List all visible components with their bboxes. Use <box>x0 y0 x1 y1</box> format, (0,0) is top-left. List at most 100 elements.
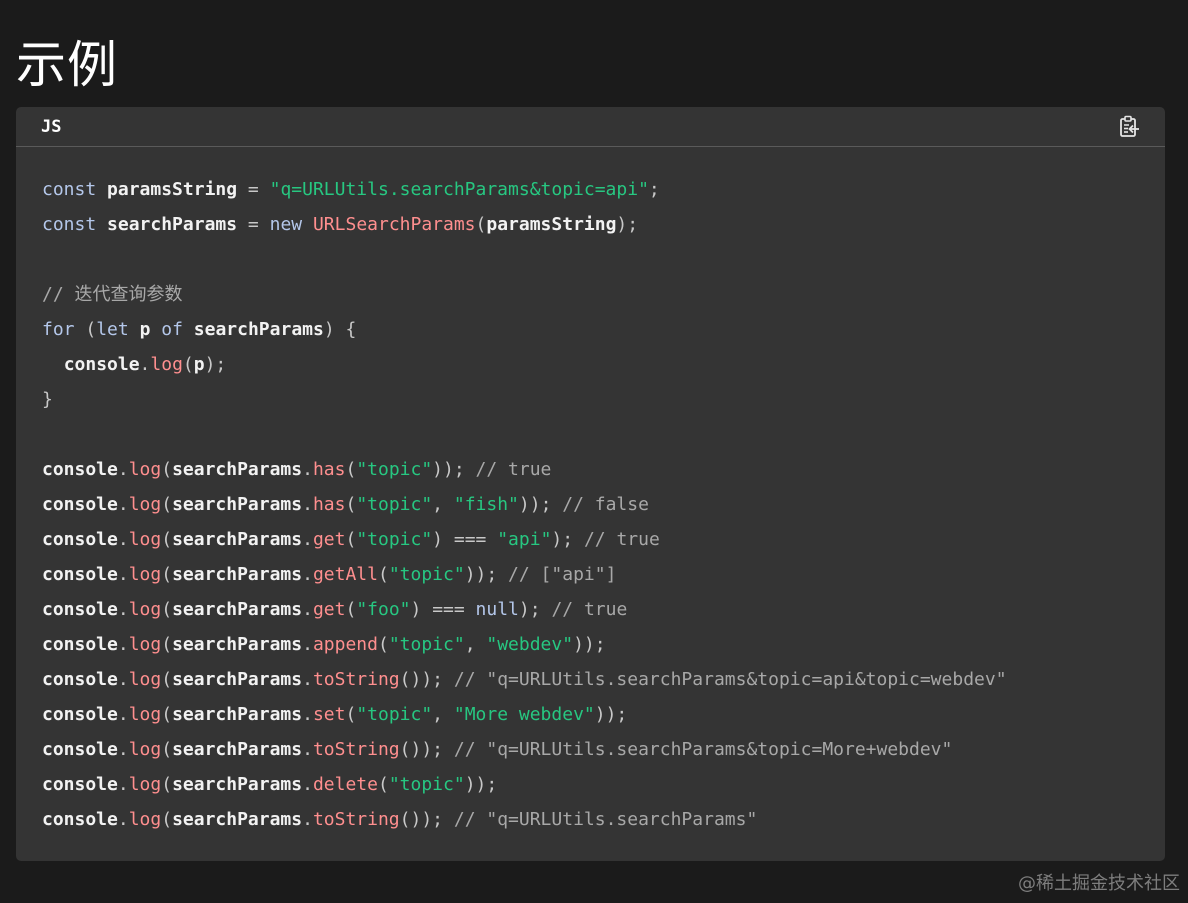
code-punctuation: . <box>302 634 313 655</box>
code-comment: // true <box>583 529 660 550</box>
code-identifier: searchParams <box>107 214 238 235</box>
code-line: console.log(searchParams.delete("topic")… <box>42 767 1152 802</box>
page-title: 示例 <box>16 36 118 94</box>
code-keyword: const <box>42 179 97 200</box>
code-punctuation: . <box>302 669 313 690</box>
code-function: log <box>150 354 183 375</box>
code-punctuation: ()); <box>399 669 444 690</box>
code-punctuation: )); <box>518 494 552 515</box>
code-identifier: searchParams <box>172 809 303 830</box>
code-punctuation: . <box>302 704 313 725</box>
code-keyword: let <box>96 319 129 340</box>
code-function: log <box>128 774 162 795</box>
code-line: console.log(searchParams.has("topic", "f… <box>42 487 1152 522</box>
code-punctuation: . <box>117 599 129 620</box>
code-string: "topic" <box>356 704 433 725</box>
code-punctuation: ( <box>161 599 173 620</box>
code-line: console.log(searchParams.toString()); //… <box>42 662 1152 697</box>
code-punctuation: ( <box>161 809 173 830</box>
code-punctuation: )); <box>573 634 606 655</box>
code-punctuation: . <box>117 634 129 655</box>
code-line: console.log(p); <box>42 347 1152 382</box>
code-punctuation: ); <box>204 354 227 375</box>
code-punctuation: ( <box>345 529 357 550</box>
code-punctuation: ( <box>377 564 389 585</box>
code-identifier: console <box>42 809 118 830</box>
code-line: console.log(searchParams.getAll("topic")… <box>42 557 1152 592</box>
code-identifier: console <box>42 774 118 795</box>
code-punctuation: ; <box>648 179 660 200</box>
code-function: toString <box>312 739 400 760</box>
code-identifier: console <box>42 494 118 515</box>
code-function: log <box>128 494 162 515</box>
code-identifier: console <box>42 739 118 760</box>
code-punctuation: ( <box>161 564 173 585</box>
code-line: // 迭代查询参数 <box>42 277 1152 312</box>
code-punctuation: . <box>117 739 129 760</box>
code-string: "q=URLUtils.searchParams&topic=api" <box>269 179 649 200</box>
code-block-header: JS <box>16 107 1165 147</box>
code-punctuation: , <box>432 704 444 725</box>
code-line: const searchParams = new URLSearchParams… <box>42 207 1152 242</box>
code-punctuation: . <box>302 564 313 585</box>
code-punctuation: ) <box>432 529 444 550</box>
code-punctuation: . <box>302 494 313 515</box>
code-punctuation: ()); <box>399 739 444 760</box>
copy-code-button[interactable] <box>1115 113 1143 141</box>
watermark: @稀土掘金技术社区 <box>1018 873 1180 894</box>
code-function: append <box>312 634 378 655</box>
code-identifier: searchParams <box>172 599 303 620</box>
code-comment: // "q=URLUtils.searchParams&topic=api&to… <box>453 669 1007 690</box>
language-label: JS <box>41 117 62 137</box>
code-punctuation: . <box>117 494 129 515</box>
code-punctuation: . <box>302 739 313 760</box>
code-punctuation: ) <box>410 599 422 620</box>
code-punctuation: ( <box>161 634 173 655</box>
code-function: log <box>128 529 162 550</box>
code-comment: // ["api"] <box>508 564 617 585</box>
code-comment: // "q=URLUtils.searchParams" <box>453 809 758 830</box>
code-line: } <box>42 382 1152 417</box>
code-line: console.log(searchParams.has("topic")); … <box>42 452 1152 487</box>
code-punctuation: ( <box>182 354 194 375</box>
code-comment: // 迭代查询参数 <box>42 284 183 305</box>
code-string: "topic" <box>356 529 433 550</box>
code-function: log <box>128 809 162 830</box>
code-punctuation: ( <box>85 319 97 340</box>
code-identifier: console <box>42 459 118 480</box>
code-function: has <box>312 459 346 480</box>
code-punctuation: . <box>302 599 313 620</box>
code-identifier: searchParams <box>172 669 303 690</box>
code-function: log <box>128 634 162 655</box>
code-punctuation: ( <box>475 214 487 235</box>
code-line: console.log(searchParams.toString()); //… <box>42 802 1152 837</box>
code-punctuation: ( <box>161 739 173 760</box>
code-punctuation: ); <box>518 599 541 620</box>
code-punctuation: ( <box>345 494 357 515</box>
code-string: "topic" <box>388 774 465 795</box>
code-punctuation: )); <box>464 564 498 585</box>
code-line: console.log(searchParams.get("foo") === … <box>42 592 1152 627</box>
code-string: "webdev" <box>486 634 574 655</box>
code-identifier: searchParams <box>172 739 303 760</box>
code-punctuation: . <box>117 774 129 795</box>
code-function: log <box>128 599 162 620</box>
code-string: "topic" <box>356 494 433 515</box>
code-punctuation: . <box>302 774 313 795</box>
code-punctuation: . <box>117 459 129 480</box>
code-identifier: console <box>42 634 118 655</box>
code-punctuation: ( <box>345 459 357 480</box>
code-string: "More webdev" <box>453 704 595 725</box>
